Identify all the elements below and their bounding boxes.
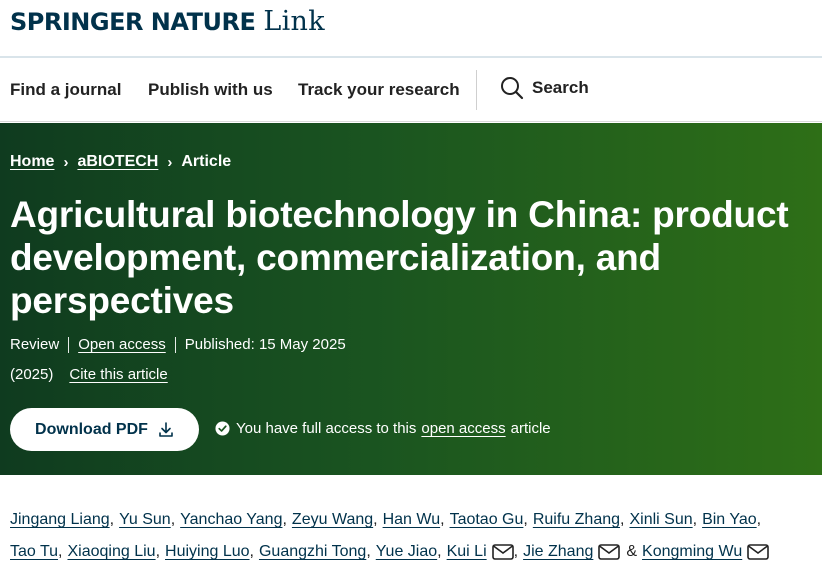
logo-brand-text: SPRINGER NATURE <box>10 8 256 36</box>
search-label: Search <box>532 78 589 97</box>
breadcrumb: Home › aBIOTECH › Article <box>10 153 231 171</box>
search-button[interactable]: Search <box>500 76 589 100</box>
envelope-icon[interactable] <box>491 544 514 560</box>
meta-divider <box>174 336 176 353</box>
author-ampersand: & <box>626 543 638 560</box>
author-link[interactable]: Kongming Wu <box>642 536 742 568</box>
springer-nature-link-logo[interactable]: SPRINGER NATURE Link <box>10 6 325 37</box>
published-date: Published: 15 May 2025 <box>184 336 346 353</box>
author-list: Jingang Liang, Yu Sun, Yanchao Yang, Zey… <box>10 504 818 568</box>
nav-divider <box>476 70 477 110</box>
access-note-link[interactable]: open access <box>421 420 505 437</box>
nav-track-research[interactable]: Track your research <box>298 80 460 100</box>
title-line: perspectives <box>10 280 234 321</box>
access-note: You have full access to this open access… <box>215 420 551 437</box>
title-line: development, commercialization, and <box>10 237 661 278</box>
article-year: (2025) <box>10 366 54 383</box>
envelope-icon[interactable] <box>747 544 770 560</box>
nav-find-journal[interactable]: Find a journal <box>10 80 121 100</box>
article-type: Review <box>10 336 60 353</box>
article-meta-secondary: (2025) Cite this article <box>10 366 168 383</box>
nav-publish-with-us[interactable]: Publish with us <box>148 80 273 100</box>
author-link[interactable]: Yanchao Yang <box>180 504 282 536</box>
author-link[interactable]: Zeyu Wang <box>292 504 373 536</box>
author-link[interactable]: Guangzhi Tong <box>259 536 366 568</box>
author-link[interactable]: Jie Zhang <box>523 536 593 568</box>
article-title: Agricultural biotechnology in China: pro… <box>10 193 810 322</box>
author-link[interactable]: Tao Tu <box>10 536 58 568</box>
author-link[interactable]: Huiying Luo <box>165 536 250 568</box>
article-meta: Review Open access Published: 15 May 202… <box>10 336 346 353</box>
breadcrumb-article: Article <box>181 153 232 170</box>
envelope-icon[interactable] <box>598 544 621 560</box>
author-link[interactable]: Taotao Gu <box>450 504 524 536</box>
breadcrumb-journal[interactable]: aBIOTECH <box>77 153 158 171</box>
logo-link-text: Link <box>263 6 325 37</box>
author-line: Tao Tu, Xiaoqing Liu, Huiying Luo, Guang… <box>10 536 818 568</box>
author-link[interactable]: Jingang Liang <box>10 504 110 536</box>
chevron-right-icon: › <box>167 153 173 171</box>
author-link[interactable]: Bin Yao <box>702 504 757 536</box>
access-note-text: You have full access to this <box>236 420 417 437</box>
author-link[interactable]: Yue Jiao <box>376 536 437 568</box>
download-pdf-button[interactable]: Download PDF <box>10 408 199 451</box>
meta-divider <box>68 336 70 353</box>
title-line: Agricultural biotechnology in China: pro… <box>10 194 789 235</box>
download-pdf-label: Download PDF <box>35 420 148 438</box>
access-note-text-end: article <box>510 420 551 437</box>
article-hero: Home › aBIOTECH › Article Agricultural b… <box>0 123 822 475</box>
check-circle-icon <box>215 421 230 436</box>
author-link[interactable]: Kui Li <box>447 536 487 568</box>
search-icon <box>501 77 524 100</box>
open-access-link[interactable]: Open access <box>78 336 166 353</box>
author-link[interactable]: Xiaoqing Liu <box>67 536 155 568</box>
main-nav: Find a journal Publish with us Track you… <box>0 58 822 122</box>
author-link[interactable]: Xinli Sun <box>629 504 692 536</box>
download-icon <box>159 421 173 437</box>
chevron-right-icon: › <box>63 153 69 171</box>
author-link[interactable]: Han Wu <box>383 504 441 536</box>
author-line: Jingang Liang, Yu Sun, Yanchao Yang, Zey… <box>10 504 818 536</box>
breadcrumb-home[interactable]: Home <box>10 153 54 171</box>
cite-article-link[interactable]: Cite this article <box>69 366 167 383</box>
author-link[interactable]: Yu Sun <box>119 504 171 536</box>
author-link[interactable]: Ruifu Zhang <box>533 504 620 536</box>
site-header: SPRINGER NATURE Link <box>0 0 822 58</box>
